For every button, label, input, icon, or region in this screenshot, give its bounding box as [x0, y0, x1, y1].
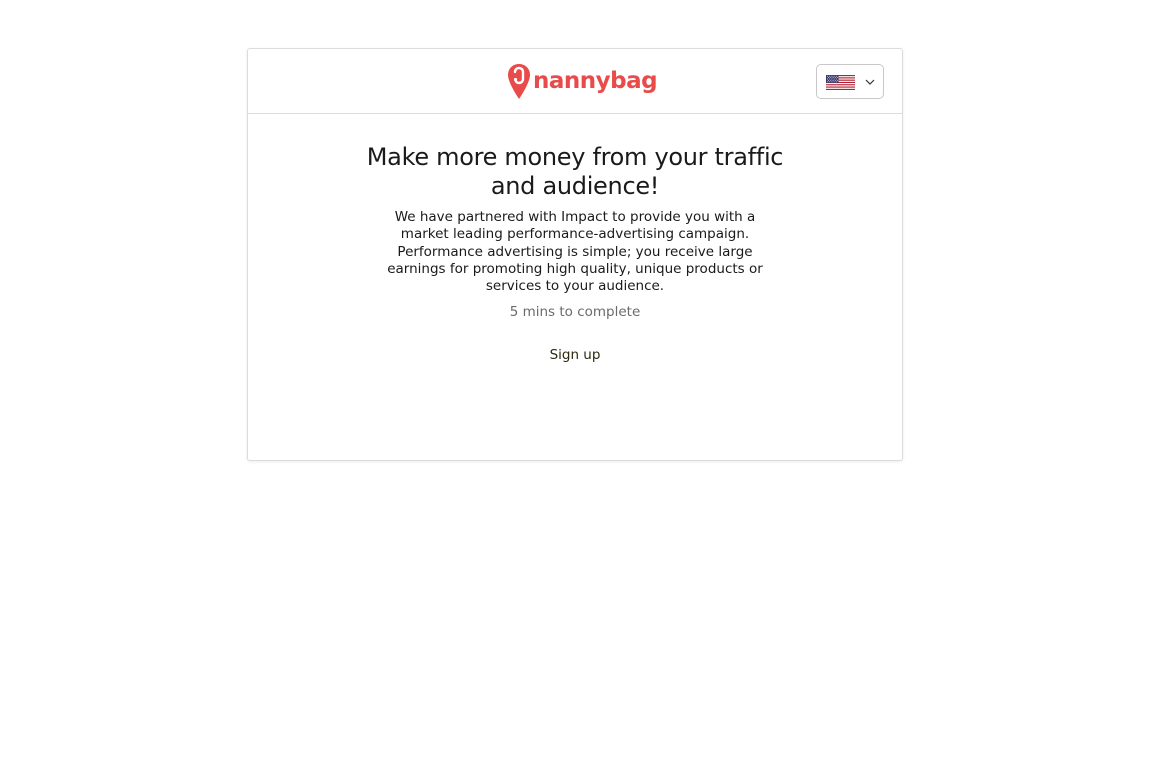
us-flag-icon [826, 75, 855, 90]
language-selector[interactable] [816, 64, 884, 99]
chevron-down-icon [865, 79, 875, 85]
signup-card: nannybag Make more money from your traff… [247, 48, 903, 461]
card-content: Make more money from your traffic and au… [248, 114, 902, 363]
page-title: Make more money from your traffic and au… [366, 143, 784, 200]
card-header: nannybag [248, 49, 902, 114]
description-text: We have partnered with Impact to provide… [387, 209, 763, 295]
logo-pin-icon [508, 64, 530, 99]
time-estimate: 5 mins to complete [509, 304, 641, 321]
logo-text: nannybag [533, 68, 658, 94]
signup-button[interactable]: Sign up [550, 347, 601, 363]
nannybag-logo: nannybag [507, 63, 658, 101]
